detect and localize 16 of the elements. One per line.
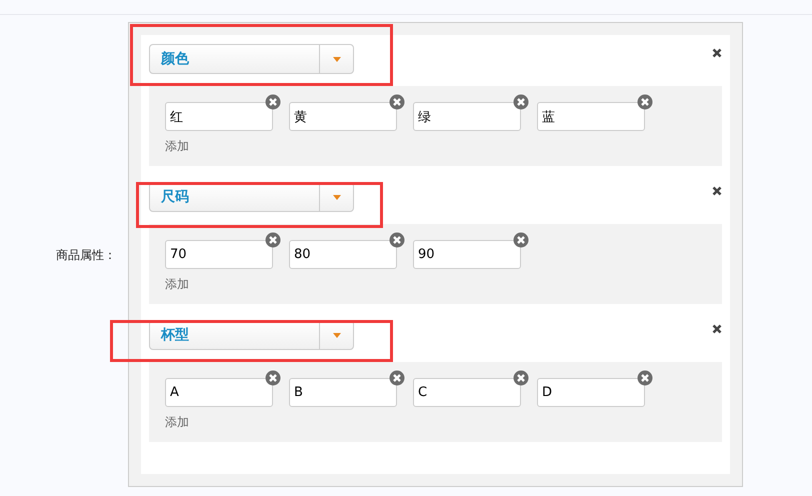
value-field[interactable]: 80 xyxy=(289,240,397,269)
value-field[interactable]: A xyxy=(165,378,273,407)
add-link[interactable]: 添加 xyxy=(165,139,189,154)
value-field[interactable]: D xyxy=(537,378,645,407)
value-field[interactable]: 70 xyxy=(165,240,273,269)
add-link[interactable]: 添加 xyxy=(165,277,189,292)
value-field[interactable]: B xyxy=(289,378,397,407)
value-field[interactable]: 黄 xyxy=(289,102,397,131)
attribute-dropdown[interactable]: 尺码 xyxy=(149,182,354,212)
value-field[interactable]: 蓝 xyxy=(537,102,645,131)
value-field[interactable]: 90 xyxy=(413,240,521,269)
value-field[interactable]: C xyxy=(413,378,521,407)
field-label: 商品属性： xyxy=(56,246,116,264)
add-link[interactable]: 添加 xyxy=(165,415,189,430)
value-field[interactable]: 红 xyxy=(165,102,273,131)
value-field[interactable]: 绿 xyxy=(413,102,521,131)
